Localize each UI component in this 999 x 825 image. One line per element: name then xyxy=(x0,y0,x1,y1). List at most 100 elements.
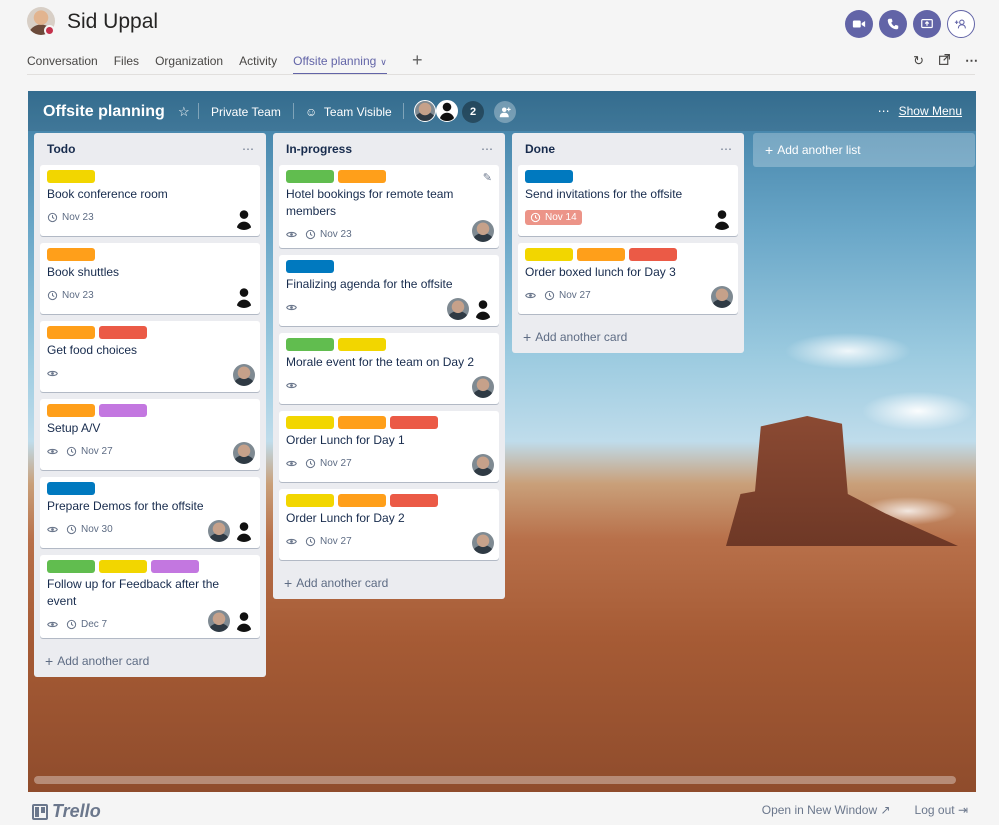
list-menu-icon[interactable]: ⋯ xyxy=(481,142,494,156)
card-label[interactable] xyxy=(151,560,199,573)
private-team-button[interactable]: Private Team xyxy=(211,105,281,119)
card-label[interactable] xyxy=(525,170,573,183)
card-label[interactable] xyxy=(47,326,95,339)
member-avatar[interactable] xyxy=(233,610,255,632)
card-label[interactable] xyxy=(99,326,147,339)
card-label[interactable] xyxy=(390,494,438,507)
card-label[interactable] xyxy=(47,560,95,573)
board-scrollbar[interactable] xyxy=(34,776,956,784)
card[interactable]: Follow up for Feedback after the event De… xyxy=(40,555,260,638)
card[interactable]: Order Lunch for Day 2 Nov 27 xyxy=(279,489,499,560)
board-title[interactable]: Offsite planning xyxy=(43,103,165,121)
due-date-badge[interactable]: Nov 27 xyxy=(305,458,352,469)
team-visible-button[interactable]: ☺ Team Visible xyxy=(305,105,392,119)
board-member-avatar[interactable] xyxy=(436,100,458,122)
card-label[interactable] xyxy=(99,560,147,573)
more-icon[interactable]: ⋯ xyxy=(965,53,979,69)
tab-organization[interactable]: Organization xyxy=(155,54,223,73)
add-tab-icon[interactable]: + xyxy=(412,50,423,71)
show-menu-button[interactable]: ⋯ Show Menu xyxy=(878,104,962,118)
member-avatar[interactable] xyxy=(711,208,733,230)
member-avatar[interactable] xyxy=(447,298,469,320)
board-member-avatar[interactable] xyxy=(414,100,436,122)
card-label[interactable] xyxy=(99,404,147,417)
member-avatar[interactable] xyxy=(208,610,230,632)
card-label[interactable] xyxy=(286,494,334,507)
list-menu-icon[interactable]: ⋯ xyxy=(720,142,733,156)
due-date-badge-overdue[interactable]: Nov 14 xyxy=(525,209,582,225)
member-avatar[interactable] xyxy=(233,364,255,386)
member-avatar[interactable] xyxy=(233,286,255,308)
pencil-icon[interactable]: ✎ xyxy=(483,171,492,184)
member-avatar[interactable] xyxy=(233,442,255,464)
member-count-badge[interactable]: 2 xyxy=(462,101,484,123)
due-date-badge[interactable]: Nov 23 xyxy=(47,212,94,223)
tab-files[interactable]: Files xyxy=(114,54,139,73)
card-label[interactable] xyxy=(47,482,95,495)
star-icon[interactable]: ☆ xyxy=(178,104,190,120)
member-avatar[interactable] xyxy=(208,520,230,542)
tab-conversation[interactable]: Conversation xyxy=(27,54,98,73)
card-label[interactable] xyxy=(286,338,334,351)
card[interactable]: Morale event for the team on Day 2 xyxy=(279,333,499,404)
screen-share-button[interactable] xyxy=(913,10,941,38)
log-out-link[interactable]: Log out ⇥ xyxy=(915,803,968,817)
card-label[interactable] xyxy=(577,248,625,261)
member-avatar[interactable] xyxy=(472,532,494,554)
member-avatar[interactable] xyxy=(711,286,733,308)
due-date-badge[interactable]: Nov 27 xyxy=(305,536,352,547)
member-avatar[interactable] xyxy=(472,220,494,242)
tab-activity[interactable]: Activity xyxy=(239,54,277,73)
refresh-icon[interactable]: ↻ xyxy=(913,53,924,69)
member-avatar[interactable] xyxy=(233,520,255,542)
add-people-button[interactable] xyxy=(947,10,975,38)
card[interactable]: Prepare Demos for the offsite Nov 30 xyxy=(40,477,260,548)
card-label[interactable] xyxy=(47,170,95,183)
card-label[interactable] xyxy=(338,416,386,429)
add-card-button[interactable]: + Add another card xyxy=(279,567,499,599)
card-label[interactable] xyxy=(338,494,386,507)
card-label[interactable] xyxy=(286,170,334,183)
card-label[interactable] xyxy=(338,338,386,351)
card-label[interactable] xyxy=(338,170,386,183)
member-avatar[interactable] xyxy=(233,208,255,230)
list-title[interactable]: Done xyxy=(525,142,555,156)
audio-call-button[interactable] xyxy=(879,10,907,38)
member-avatar[interactable] xyxy=(472,454,494,476)
list-title[interactable]: Todo xyxy=(47,142,75,156)
card-label[interactable] xyxy=(525,248,573,261)
tab-offsite-planning[interactable]: Offsite planning ∨ xyxy=(293,54,387,75)
member-avatar[interactable] xyxy=(472,298,494,320)
card[interactable]: Setup A/V Nov 27 xyxy=(40,399,260,470)
card[interactable]: Order Lunch for Day 1 Nov 27 xyxy=(279,411,499,482)
card-label[interactable] xyxy=(390,416,438,429)
card[interactable]: Hotel bookings for remote team members ✎ N… xyxy=(279,165,499,248)
due-date-badge[interactable]: Nov 23 xyxy=(47,290,94,301)
card-label[interactable] xyxy=(286,260,334,273)
due-date-badge[interactable]: Nov 30 xyxy=(66,524,113,535)
due-date-badge[interactable]: Nov 27 xyxy=(66,446,113,457)
card[interactable]: Order boxed lunch for Day 3 Nov 27 xyxy=(518,243,738,314)
card[interactable]: Finalizing agenda for the offsite xyxy=(279,255,499,326)
member-avatar[interactable] xyxy=(472,376,494,398)
card[interactable]: Get food choices xyxy=(40,321,260,392)
due-date-badge[interactable]: Nov 27 xyxy=(544,290,591,301)
invite-member-button[interactable] xyxy=(494,101,516,123)
card-label[interactable] xyxy=(286,416,334,429)
list-title[interactable]: In-progress xyxy=(286,142,352,156)
add-list-button[interactable]: + Add another list xyxy=(753,133,975,167)
add-card-button[interactable]: + Add another card xyxy=(40,645,260,677)
card-label[interactable] xyxy=(47,248,95,261)
due-date-badge[interactable]: Dec 7 xyxy=(66,619,107,630)
add-card-button[interactable]: + Add another card xyxy=(518,321,738,353)
card[interactable]: Book conference room Nov 23 xyxy=(40,165,260,236)
card-label[interactable] xyxy=(629,248,677,261)
list-menu-icon[interactable]: ⋯ xyxy=(242,142,255,156)
due-date-badge[interactable]: Nov 23 xyxy=(305,229,352,240)
pop-out-icon[interactable] xyxy=(938,53,951,69)
open-new-window-link[interactable]: Open in New Window ↗ xyxy=(762,803,891,817)
card[interactable]: Send invitations for the offsite Nov 14 xyxy=(518,165,738,236)
card[interactable]: Book shuttles Nov 23 xyxy=(40,243,260,314)
video-call-button[interactable] xyxy=(845,10,873,38)
card-label[interactable] xyxy=(47,404,95,417)
